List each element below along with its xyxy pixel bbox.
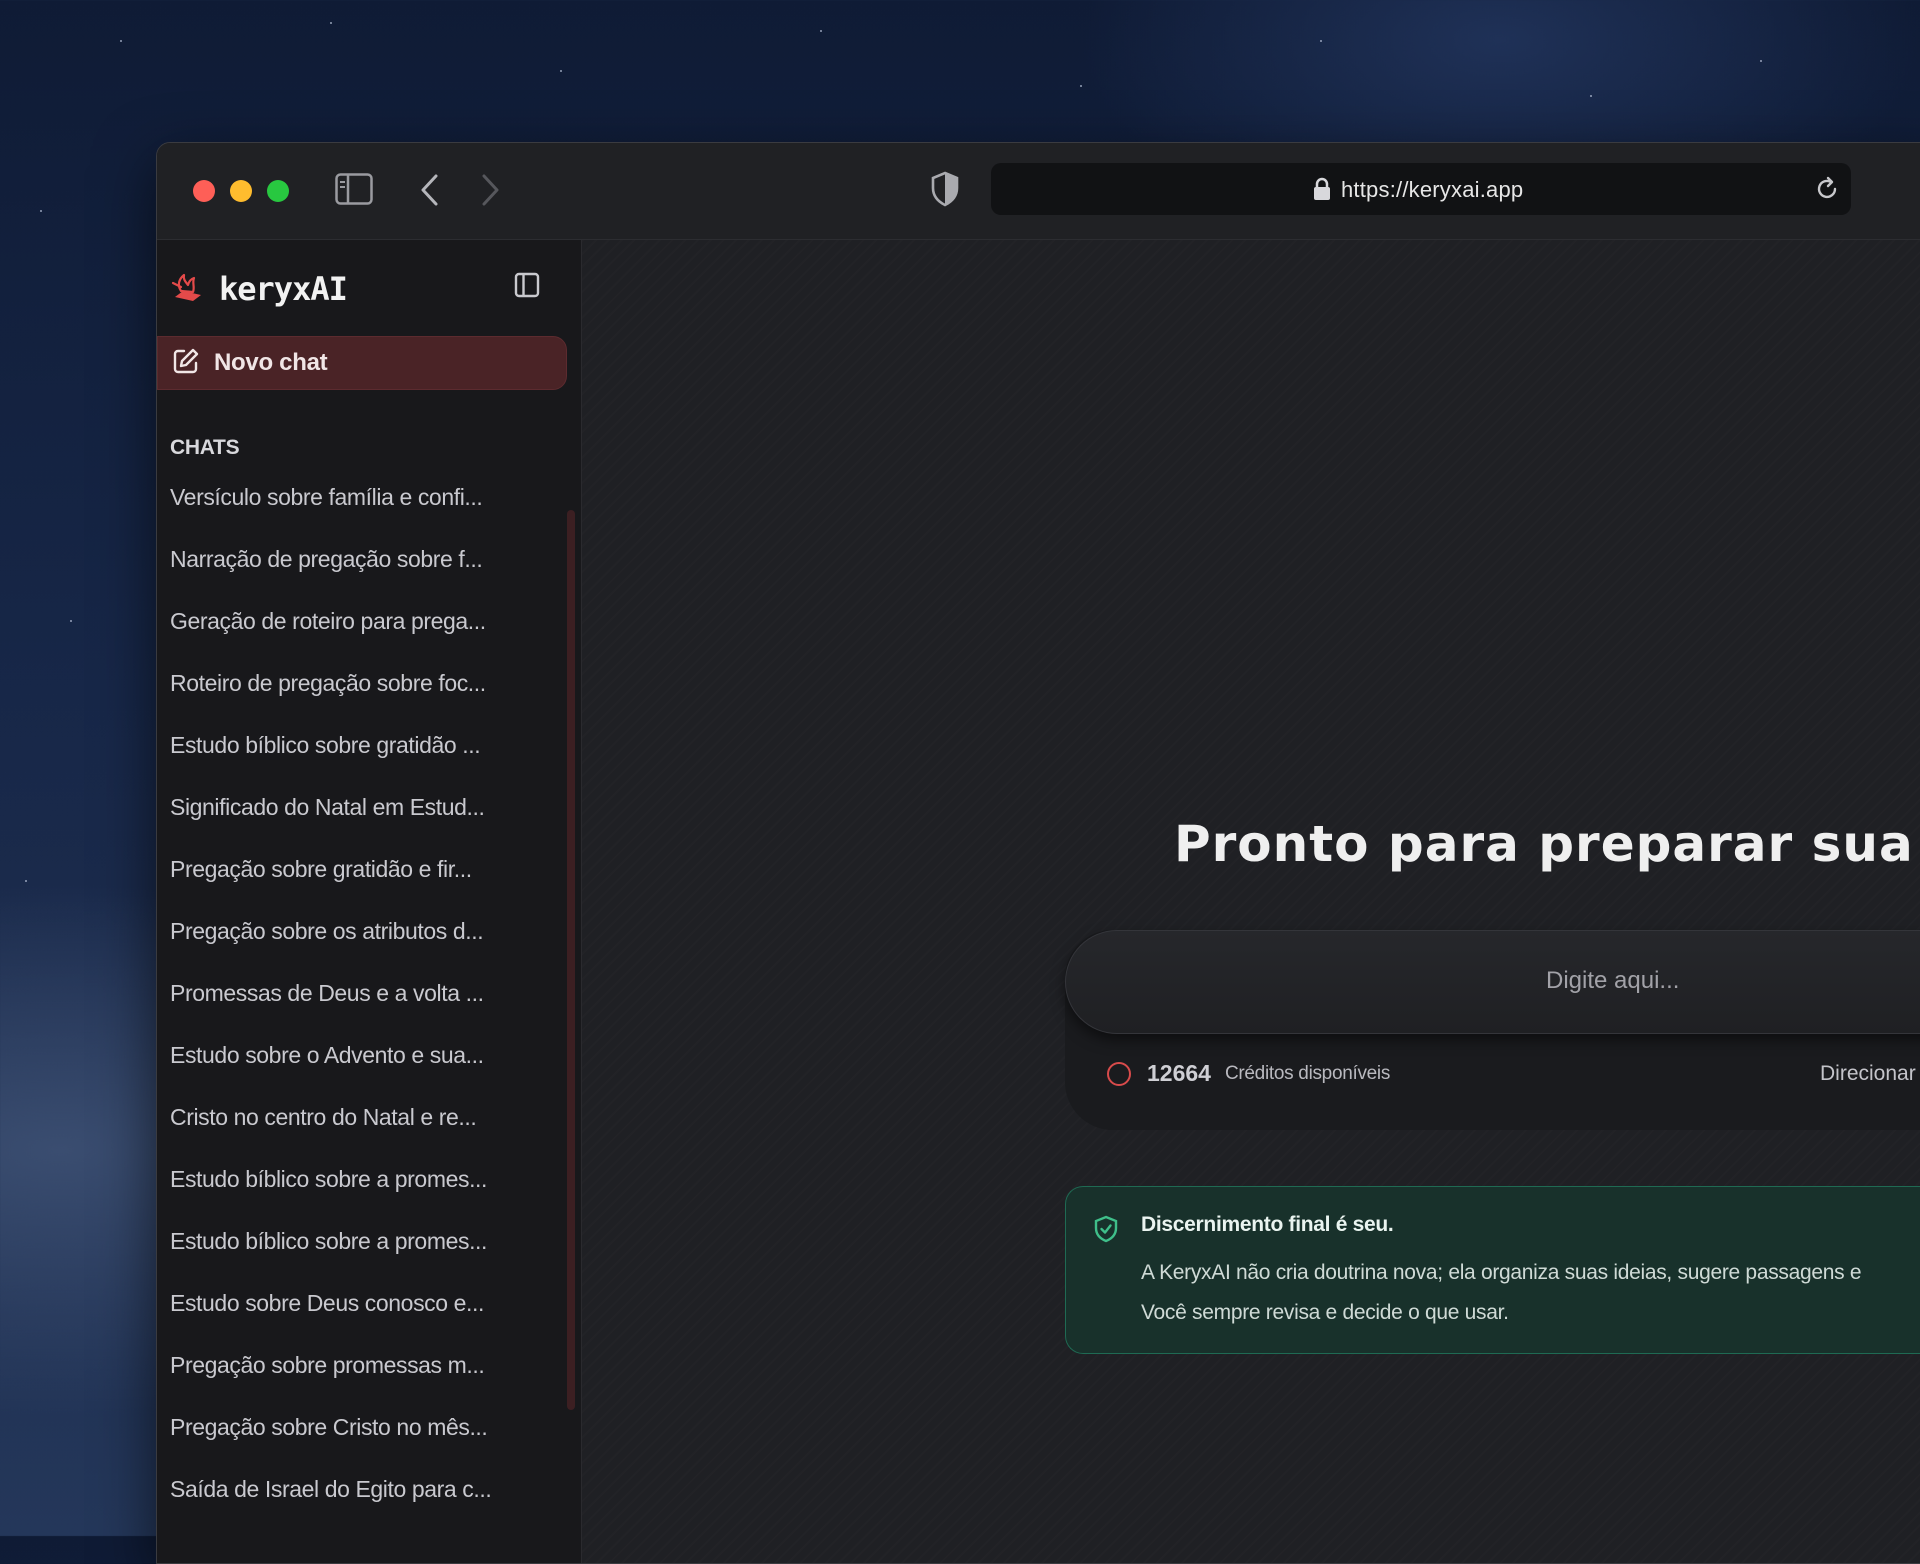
window-zoom-button[interactable] <box>267 180 289 202</box>
credits-indicator: 12664 Créditos disponíveis <box>1107 1060 1390 1087</box>
edit-icon <box>172 347 200 380</box>
wallpaper-star <box>1320 40 1322 42</box>
notice-body: A KeryxAI não cria doutrina nova; ela or… <box>1141 1253 1862 1333</box>
wallpaper-star <box>330 22 332 24</box>
chat-item[interactable]: Estudo bíblico sobre a promes... <box>170 1210 550 1272</box>
wallpaper-star <box>120 40 122 42</box>
chat-item[interactable]: Geração de roteiro para prega... <box>170 590 550 652</box>
chat-item[interactable]: Pregação sobre promessas m... <box>170 1334 550 1396</box>
notice-line: Você sempre revisa e decide o que usar. <box>1141 1301 1509 1324</box>
direcionar-button[interactable]: Direcionar <box>1820 1062 1916 1086</box>
chat-item[interactable]: Pregação sobre os atributos d... <box>170 900 550 962</box>
chat-item[interactable]: Narração de pregação sobre f... <box>170 528 550 590</box>
sidebar-toggle-icon[interactable] <box>335 173 373 205</box>
chat-item[interactable]: Cristo no centro do Natal e re... <box>170 1086 550 1148</box>
sidebar: keryxAI Novo chat CHATS Versículo sobre … <box>157 240 582 1563</box>
credits-ring-icon <box>1107 1061 1131 1086</box>
wallpaper-star <box>1760 60 1762 62</box>
notice-title: Discernimento final é seu. <box>1141 1213 1394 1236</box>
window-close-button[interactable] <box>193 180 215 202</box>
shield-check-icon <box>1094 1215 1118 1248</box>
back-icon[interactable] <box>419 173 441 207</box>
browser-window: https://keryxai.app keryxAI Novo chat CH… <box>156 142 1920 1564</box>
address-url: https://keryxai.app <box>1341 177 1524 202</box>
chat-item[interactable]: Estudo sobre Deus conosco e... <box>170 1272 550 1334</box>
chat-item[interactable]: Saída de Israel do Egito para c... <box>170 1458 550 1520</box>
page-title: Pronto para preparar sua mens <box>1174 815 1920 873</box>
brand-name: keryxAI <box>219 270 348 308</box>
wallpaper-star <box>70 620 72 622</box>
browser-toolbar: https://keryxai.app <box>157 143 1920 240</box>
collapse-sidebar-icon[interactable] <box>514 272 540 303</box>
chat-item[interactable]: Pregação sobre gratidão e fir... <box>170 838 550 900</box>
wallpaper-star <box>40 210 42 212</box>
forward-icon[interactable] <box>479 173 501 207</box>
input-placeholder: Digite aqui... <box>1546 967 1680 994</box>
discernment-notice: Discernimento final é seu. A KeryxAI não… <box>1065 1186 1920 1354</box>
new-chat-label: Novo chat <box>214 349 328 376</box>
wallpaper-star <box>1080 85 1082 87</box>
brand[interactable]: keryxAI <box>171 270 348 308</box>
notice-line: A KeryxAI não cria doutrina nova; ela or… <box>1141 1261 1862 1284</box>
wallpaper-star <box>1590 95 1592 97</box>
chat-item[interactable]: Estudo bíblico sobre a promes... <box>170 1148 550 1210</box>
sidebar-scrollbar[interactable] <box>567 510 575 1410</box>
new-chat-button[interactable]: Novo chat <box>157 336 567 390</box>
wallpaper-star <box>25 880 27 882</box>
privacy-shield-icon[interactable] <box>930 171 960 207</box>
chat-item[interactable]: Significado do Natal em Estud... <box>170 776 550 838</box>
credits-label: Créditos disponíveis <box>1224 1062 1391 1084</box>
chat-list: Versículo sobre família e confi... Narra… <box>170 466 550 1520</box>
composer: Digite aqui... 12664 Créditos disponívei… <box>1065 930 1920 1130</box>
lock-icon <box>1313 177 1331 206</box>
wallpaper-star <box>560 70 562 72</box>
chat-item[interactable]: Versículo sobre família e confi... <box>170 466 550 528</box>
window-minimize-button[interactable] <box>230 180 252 202</box>
address-bar[interactable]: https://keryxai.app <box>991 163 1851 215</box>
chats-section-label: CHATS <box>170 436 240 459</box>
chat-item[interactable]: Roteiro de pregação sobre foc... <box>170 652 550 714</box>
wallpaper-star <box>820 30 822 32</box>
credits-value: 12664 <box>1147 1060 1211 1086</box>
message-input[interactable]: Digite aqui... <box>1065 930 1920 1034</box>
chat-item[interactable]: Promessas de Deus e a volta ... <box>170 962 550 1024</box>
logo-icon <box>171 271 205 308</box>
main-panel: Pronto para preparar sua mens Digite aqu… <box>582 240 1920 1563</box>
chat-item[interactable]: Estudo bíblico sobre gratidão ... <box>170 714 550 776</box>
reload-icon[interactable] <box>1814 176 1840 207</box>
chat-item[interactable]: Estudo sobre o Advento e sua... <box>170 1024 550 1086</box>
chat-item[interactable]: Pregação sobre Cristo no mês... <box>170 1396 550 1458</box>
